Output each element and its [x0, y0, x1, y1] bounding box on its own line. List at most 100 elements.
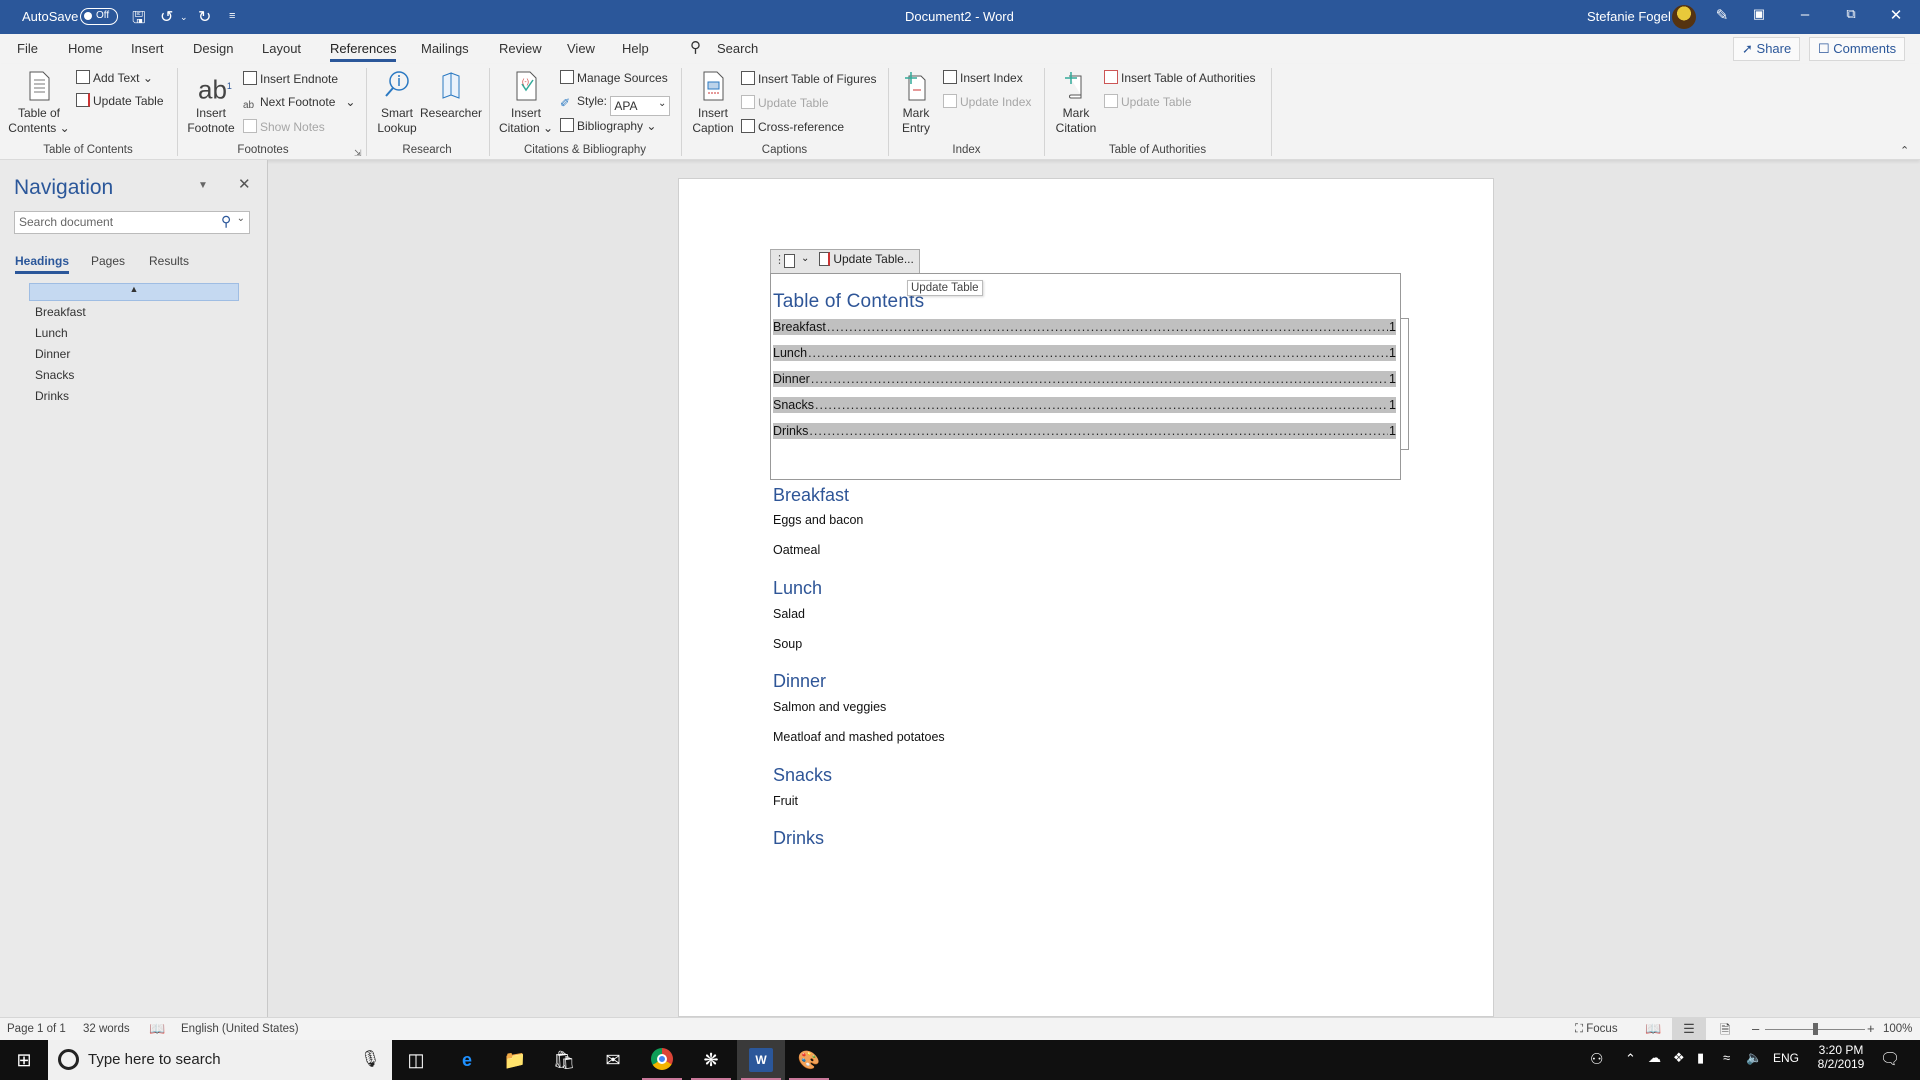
nav-heading-breakfast[interactable]: Breakfast — [35, 305, 86, 319]
insert-table-of-authorities-button[interactable]: Insert Table of Authorities — [1104, 70, 1256, 85]
coauthor-icon[interactable]: ✎ — [1707, 6, 1737, 24]
read-mode-icon[interactable]: 📖 — [1645, 1021, 1661, 1037]
update-index-button[interactable]: Update Index — [943, 94, 1031, 109]
people-icon[interactable]: ⚇ — [1590, 1050, 1603, 1068]
dialog-launcher-icon[interactable]: ⇲ — [354, 148, 362, 159]
store-icon[interactable]: 🛍 — [552, 1048, 576, 1072]
task-view-icon[interactable]: ◫ — [404, 1048, 428, 1072]
autosave-toggle[interactable]: Off — [80, 8, 118, 25]
researcher-button[interactable]: Researcher — [420, 70, 482, 121]
undo-dropdown-icon[interactable]: ⌄ — [180, 12, 188, 23]
insert-footnote-button[interactable]: ab1 Insert Footnote — [184, 70, 238, 136]
taskbar-search[interactable]: Type here to search 🎙 — [48, 1040, 392, 1080]
search-icon[interactable]: ⚲ — [221, 213, 231, 230]
nav-heading-lunch[interactable]: Lunch — [35, 326, 68, 340]
mark-entry-button[interactable]: Mark Entry — [895, 70, 937, 136]
search-icon[interactable]: ⚲ — [690, 38, 701, 56]
nav-tab-headings[interactable]: Headings — [15, 254, 70, 274]
tab-design[interactable]: Design — [193, 41, 233, 56]
mail-icon[interactable]: ✉ — [601, 1048, 625, 1072]
share-button[interactable]: ➚ Share — [1733, 37, 1801, 61]
input-language[interactable]: ENG — [1773, 1051, 1799, 1065]
toc-options-button[interactable] — [784, 254, 795, 268]
undo-icon[interactable]: ↺ — [160, 7, 173, 27]
chevron-down-icon[interactable]: ⌄ — [801, 253, 809, 264]
nav-heading-drinks[interactable]: Drinks — [35, 389, 69, 403]
nav-heading-snacks[interactable]: Snacks — [35, 368, 74, 382]
page-count[interactable]: Page 1 of 1 — [7, 1023, 66, 1035]
redo-icon[interactable]: ↻ — [198, 7, 211, 27]
cross-reference-button[interactable]: Cross-reference — [741, 119, 844, 134]
insert-caption-button[interactable]: Insert Caption — [688, 70, 738, 136]
toc-entry[interactable]: Drinks..................................… — [773, 423, 1396, 439]
windows-start-icon[interactable]: ⊞ — [12, 1048, 36, 1072]
paragraph[interactable]: Fruit — [773, 794, 798, 808]
battery-icon[interactable]: ▮ — [1697, 1050, 1704, 1066]
tab-help[interactable]: Help — [622, 41, 649, 56]
update-table-cc-button[interactable]: Update Table... — [819, 252, 914, 271]
nav-tab-pages[interactable]: Pages — [91, 254, 125, 268]
focus-button[interactable]: ⛶ Focus — [1575, 1023, 1618, 1036]
minimize-icon[interactable]: – — [1790, 6, 1820, 23]
ribbon-display-options-icon[interactable]: ▣ — [1744, 6, 1774, 22]
tab-mailings[interactable]: Mailings — [421, 41, 469, 56]
update-toa-button[interactable]: Update Table — [1104, 94, 1192, 109]
tell-me-search[interactable]: Search — [717, 41, 758, 56]
user-name[interactable]: Stefanie Fogel — [1587, 9, 1671, 24]
update-table-button[interactable]: Update Table — [76, 93, 164, 108]
paragraph[interactable]: Meatloaf and mashed potatoes — [773, 730, 945, 744]
insert-citation-button[interactable]: (-) Insert Citation ⌄ — [496, 70, 556, 136]
word-icon[interactable]: W — [741, 1048, 781, 1080]
manage-sources-button[interactable]: Manage Sources — [560, 70, 668, 85]
toc-entry[interactable]: Dinner..................................… — [773, 371, 1396, 387]
avatar[interactable] — [1672, 5, 1696, 29]
update-captions-table-button[interactable]: Update Table — [741, 95, 829, 110]
zoom-slider-thumb[interactable] — [1813, 1023, 1818, 1035]
print-layout-icon[interactable]: ☰ — [1672, 1018, 1706, 1040]
paint-icon[interactable]: 🎨 — [789, 1048, 829, 1080]
paragraph[interactable]: Eggs and bacon — [773, 513, 863, 527]
chevron-down-icon[interactable]: ⌄ — [345, 95, 355, 109]
nav-tab-results[interactable]: Results — [149, 254, 189, 268]
toc-entry[interactable]: Lunch...................................… — [773, 345, 1396, 361]
add-text-button[interactable]: Add Text ⌄ — [76, 70, 153, 85]
paragraph[interactable]: Salad — [773, 607, 805, 621]
dropbox-icon[interactable]: ❖ — [1673, 1050, 1685, 1066]
slack-icon[interactable]: ❋ — [691, 1048, 731, 1080]
heading-breakfast[interactable]: Breakfast — [773, 485, 849, 506]
paragraph[interactable]: Salmon and veggies — [773, 700, 886, 714]
zoom-in-icon[interactable]: + — [1867, 1021, 1875, 1036]
customize-quick-access-icon[interactable]: ≡ — [229, 10, 235, 22]
clock[interactable]: 3:20 PM 8/2/2019 — [1813, 1043, 1869, 1071]
tab-review[interactable]: Review — [499, 41, 542, 56]
chrome-icon[interactable] — [642, 1048, 682, 1080]
zoom-level[interactable]: 100% — [1883, 1023, 1912, 1035]
style-dropdown[interactable]: APA ⌄ — [610, 96, 671, 116]
nav-heading-dinner[interactable]: Dinner — [35, 347, 70, 361]
comments-button[interactable]: ☐ Comments — [1809, 37, 1906, 61]
toc-entry[interactable]: Snacks..................................… — [773, 397, 1396, 413]
file-explorer-icon[interactable]: 📁 — [503, 1048, 527, 1072]
chevron-down-icon[interactable]: ⌄ — [237, 213, 245, 224]
tab-references[interactable]: References — [330, 41, 397, 62]
next-footnote-button[interactable]: ab Next Footnote ⌄ — [243, 95, 355, 114]
word-count[interactable]: 32 words — [83, 1023, 130, 1035]
toc-entry[interactable]: Breakfast...............................… — [773, 319, 1396, 335]
proofing-icon[interactable]: 📖 — [149, 1021, 165, 1037]
close-icon[interactable]: ✕ — [238, 175, 251, 193]
pane-options-icon[interactable]: ▼ — [198, 180, 208, 191]
show-hidden-icons[interactable]: ⌃ — [1625, 1051, 1636, 1067]
close-icon[interactable]: ✕ — [1881, 6, 1911, 24]
tab-layout[interactable]: Layout — [262, 41, 301, 56]
restore-icon[interactable]: ⧉ — [1836, 6, 1866, 22]
action-center-icon[interactable]: 🗨 — [1880, 1049, 1900, 1069]
save-icon[interactable]: 🖫 — [132, 7, 146, 34]
wifi-icon[interactable]: ≈ — [1723, 1050, 1730, 1065]
tab-file[interactable]: File — [17, 41, 38, 56]
bibliography-button[interactable]: Bibliography ⌄ — [560, 118, 656, 133]
language[interactable]: English (United States) — [181, 1023, 299, 1035]
onedrive-icon[interactable]: ☁ — [1648, 1050, 1661, 1066]
paragraph[interactable]: Soup — [773, 637, 802, 651]
collapse-ribbon-icon[interactable]: ⌃ — [1900, 144, 1909, 157]
insert-table-of-figures-button[interactable]: Insert Table of Figures — [741, 71, 877, 86]
